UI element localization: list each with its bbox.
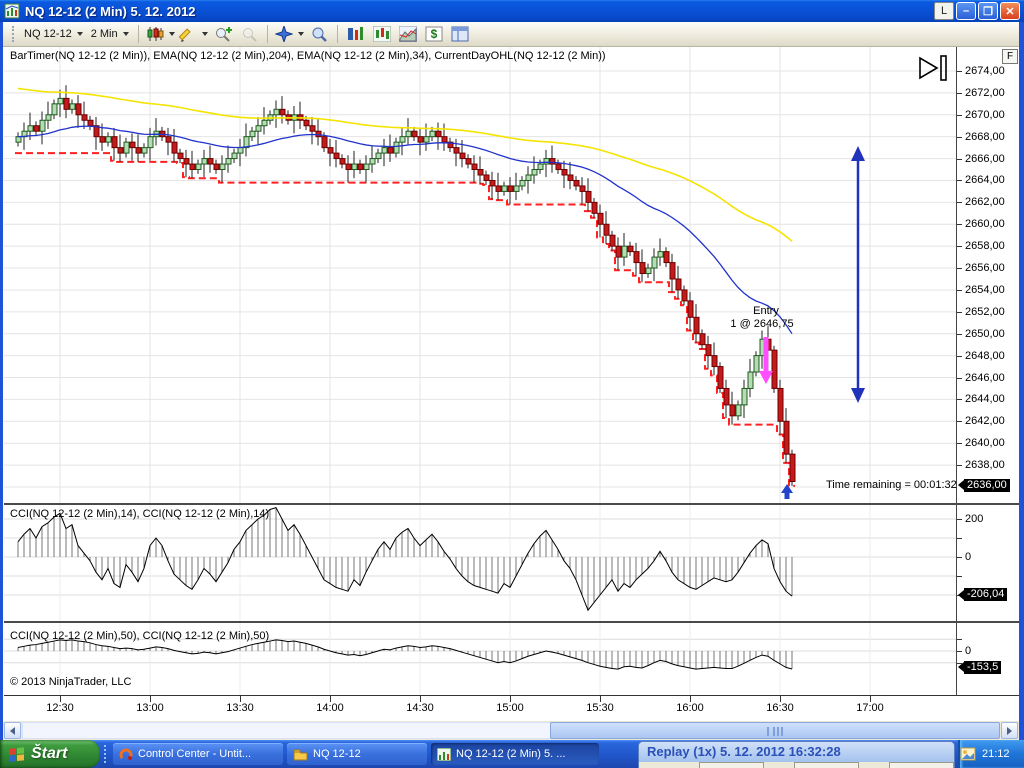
chart-trader-button[interactable] [344,24,368,45]
time-tick-label: 17:00 [856,702,884,714]
regions-button[interactable] [396,24,420,45]
time-tick-label: 12:30 [46,702,74,714]
layout-icon [451,26,469,42]
toolbar-separator [336,25,338,43]
window-chart-icon [4,3,20,19]
close-button[interactable]: ✕ [1000,2,1020,20]
interval-label: 2 Min [90,28,118,40]
link-button[interactable]: L [934,2,954,20]
chevron-down-icon [122,32,129,36]
pencil-icon [178,28,191,42]
time-tick-label: 14:30 [406,702,434,714]
chart-icon [437,747,451,761]
ninjatrader-chart-window: NQ 12-12 (2 Min) 5. 12. 2012 L – ❐ ✕ NQ … [0,0,1024,768]
skip-to-end-icon [919,56,939,80]
account-dollar-button[interactable]: $ [422,24,446,45]
maximize-button[interactable]: ❐ [978,2,998,20]
folder-icon [293,748,308,761]
task-label: NQ 12-12 (2 Min) 5. ... [456,748,566,760]
system-tray: 21:12 [958,740,1024,768]
copyright-text: © 2013 NinjaTrader, LLC [10,676,132,688]
fixed-scale-button[interactable]: F [1002,49,1018,64]
panel-divider[interactable] [4,503,1019,505]
zoom-out-button[interactable] [237,24,261,45]
time-tick-label: 15:00 [496,702,524,714]
entry-annotation: Entry [753,305,779,317]
dollar-icon: $ [425,26,443,42]
replay-window[interactable]: Replay (1x) 5. 12. 2012 16:32:28 [638,741,955,768]
indicator-label: BarTimer(NQ 12-12 (2 Min)), EMA(NQ 12-12… [10,50,606,62]
magnifier-icon [312,27,327,42]
time-tick-label: 14:00 [316,702,344,714]
windows-logo-icon [9,747,24,762]
taskbar: Štart Control Center - Untit... NQ 12-12… [0,740,1024,768]
toolbar-separator [137,25,139,43]
up-arrow-icon [781,484,793,499]
bar-timer-text: Time remaining = 00:01:32 [826,479,957,491]
zoom-out-icon [242,28,257,42]
start-label: Štart [31,745,68,762]
chart-client-area: BarTimer(NQ 12-12 (2 Min)), EMA(NQ 12-12… [3,47,1019,721]
window-title: NQ 12-12 (2 Min) 5. 12. 2012 [25,3,196,19]
instrument-selector[interactable]: NQ 12-12 [20,24,87,44]
properties-button[interactable] [448,24,472,45]
left-arrow-icon [10,726,15,735]
toolbar-grip[interactable] [12,26,15,42]
time-tick-label: 13:00 [136,702,164,714]
clock: 21:12 [982,748,1010,760]
chart-toolbar: NQ 12-12 2 Min $ [3,22,1019,47]
chevron-down-icon [201,32,208,36]
entry-price-annotation: 1 @ 2646,75 [730,318,793,330]
svg-text:$: $ [430,27,437,41]
crosshair-icon [274,26,293,42]
drawing-tools-button[interactable] [178,24,209,45]
time-tick-label: 16:00 [676,702,704,714]
cci50-label: CCI(NQ 12-12 (2 Min),50), CCI(NQ 12-12 (… [10,630,270,642]
crosshair-button[interactable] [274,24,305,45]
task-folder-nq[interactable]: NQ 12-12 [287,743,427,765]
time-axis[interactable]: 12:30 13:00 13:30 14:00 14:30 15:00 15:30 16:00… [4,695,1019,721]
mini-candles-icon [372,26,391,42]
price-axis[interactable]: F [956,47,1018,695]
window-titlebar[interactable]: NQ 12-12 (2 Min) 5. 12. 2012 L – ❐ ✕ [0,0,1024,22]
candles-icon [147,27,164,41]
right-arrow-icon [1007,726,1012,735]
zoom-in-button[interactable] [211,24,235,45]
area-chart-icon [398,26,417,42]
time-tick-label: 13:30 [226,702,254,714]
zoom-in-icon [215,27,232,42]
chevron-down-icon [168,32,175,36]
task-label: Control Center - Untit... [138,748,252,760]
scroll-left-button[interactable] [4,722,21,739]
tray-app-icon[interactable] [960,747,976,761]
thumb-grip-icon [767,727,783,736]
task-chart-nq[interactable]: NQ 12-12 (2 Min) 5. ... [431,743,599,765]
cci14-label: CCI(NQ 12-12 (2 Min),14), CCI(NQ 12-12 (… [10,508,270,520]
minimize-button[interactable]: – [956,2,976,20]
start-button[interactable]: Štart [0,740,100,768]
chart-style-button[interactable] [145,24,176,45]
task-control-center[interactable]: Control Center - Untit... [113,743,283,765]
replay-controls-strip [639,762,954,768]
instrument-label: NQ 12-12 [24,28,72,40]
chart-trader-icon [347,27,363,40]
toolbar-separator [266,25,268,43]
cci14-panel[interactable] [4,505,956,621]
price-chart-panel[interactable]: Entry1 @ 2646,75 [4,47,956,503]
replay-titlebar[interactable]: Replay (1x) 5. 12. 2012 16:32:28 [639,742,954,762]
time-tick-label: 16:30 [766,702,794,714]
time-tick-label: 15:30 [586,702,614,714]
task-label: NQ 12-12 [313,748,361,760]
chevron-down-icon [297,32,304,36]
taskbar-grip[interactable] [104,745,107,763]
scroll-right-button[interactable] [1001,722,1018,739]
horizontal-scrollbar[interactable] [3,721,1019,740]
ninjatrader-icon [119,747,133,761]
data-box-button[interactable] [307,24,331,45]
chevron-down-icon [76,32,83,36]
scrollbar-thumb[interactable] [550,722,1000,739]
bars-panel-button[interactable] [370,24,394,45]
panel-divider[interactable] [4,621,1019,623]
interval-selector[interactable]: 2 Min [87,24,133,44]
